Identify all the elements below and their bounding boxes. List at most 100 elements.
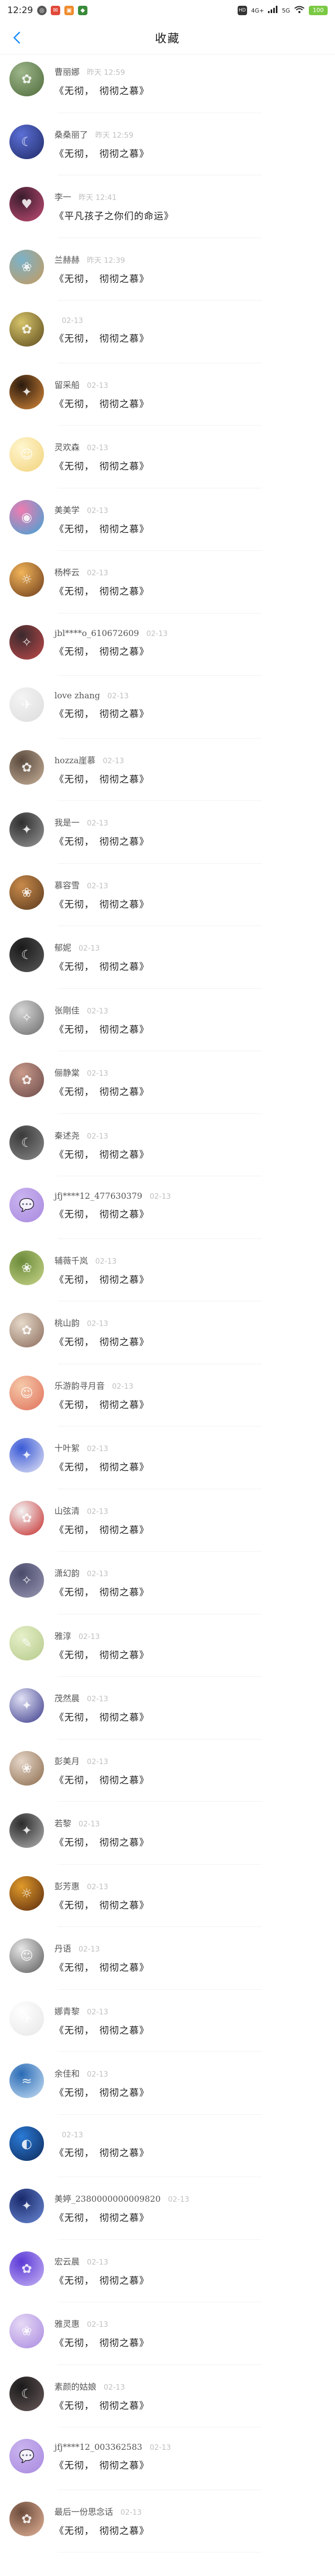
avatar[interactable]: ✧ (9, 1563, 44, 1598)
item-content: 兰赫赫 昨天 12:39 《无彻， 彻彻之慕》 (54, 250, 149, 285)
list-item[interactable]: ✈ love zhang 02-13 《无彻， 彻彻之慕》 (0, 680, 335, 743)
item-content: 慕容雪 02-13 《无彻， 彻彻之慕》 (54, 875, 149, 911)
list-item[interactable]: 💬 jfj****12_477630379 02-13 《无彻， 彻彻之慕》 (0, 1180, 335, 1243)
avatar[interactable]: ✎ (9, 1625, 44, 1660)
list-item[interactable]: ✧ 潇幻韵 02-13 《无彻， 彻彻之慕》 (0, 1556, 335, 1619)
avatar[interactable]: ❀ (9, 875, 44, 910)
avatar[interactable]: ✈ (9, 2001, 44, 2036)
avatar[interactable]: ✦ (9, 2189, 44, 2223)
user-name: 余佳和 (54, 2069, 80, 2079)
avatar[interactable]: ✦ (9, 1688, 44, 1723)
timestamp: 02-13 (87, 1757, 108, 1766)
list-item[interactable]: ✿ 俪静棠 02-13 《无彻， 彻彻之慕》 (0, 1055, 335, 1118)
list-item[interactable]: ✈ 娜青黎 02-13 《无彻， 彻彻之慕》 (0, 1994, 335, 2057)
list-item[interactable]: ❀ 彭美月 02-13 《无彻， 彻彻之慕》 (0, 1744, 335, 1806)
list-item[interactable]: ❀ 辅薇千岚 02-13 《无彻， 彻彻之慕》 (0, 1243, 335, 1306)
list-item[interactable]: ✎ 雅淳 02-13 《无彻， 彻彻之慕》 (0, 1619, 335, 1681)
list-item[interactable]: ☼ 彭芳惠 02-13 《无彻， 彻彻之慕》 (0, 1869, 335, 1932)
list-item[interactable]: ✦ 留采船 02-13 《无彻， 彻彻之慕》 (0, 367, 335, 430)
item-content: jfj****12_477630379 02-13 《无彻， 彻彻之慕》 (54, 1188, 171, 1221)
user-name: 秦述尧 (54, 1130, 80, 1141)
avatar[interactable]: ✧ (9, 625, 44, 660)
list-item[interactable]: ☼ 杨桦云 02-13 《无彻， 彻彻之慕》 (0, 555, 335, 618)
list-item[interactable]: ✿ hozza崖慕 02-13 《无彻， 彻彻之慕》 (0, 743, 335, 806)
list-item[interactable]: ☺ 丹语 02-13 《无彻， 彻彻之慕》 (0, 1931, 335, 1994)
list-item[interactable]: ◐ 02-13 《无彻， 彻彻之慕》 (0, 2119, 335, 2182)
avatar[interactable]: ☾ (9, 124, 44, 159)
avatar[interactable]: ✿ (9, 1313, 44, 1347)
user-name: 辅薇千岚 (54, 1255, 88, 1266)
list-item[interactable]: ☾ 素颜的姑娘 02-13 《无彻， 彻彻之慕》 (0, 2369, 335, 2432)
avatar[interactable]: ✦ (9, 1813, 44, 1848)
list-item[interactable]: ✦ 茂然晨 02-13 《无彻， 彻彻之慕》 (0, 1681, 335, 1744)
list-item[interactable]: ☾ 桑桑丽了 昨天 12:59 《无彻， 彻彻之慕》 (0, 117, 335, 180)
avatar[interactable]: ✿ (9, 312, 44, 347)
avatar[interactable]: ✿ (9, 62, 44, 96)
avatar[interactable]: ❀ (9, 249, 44, 284)
avatar[interactable]: ☾ (9, 2376, 44, 2411)
list-item[interactable]: ✦ 若黎 02-13 《无彻， 彻彻之慕》 (0, 1806, 335, 1869)
favorite-text: 《无彻， 彻彻之慕》 (54, 1209, 149, 1220)
avatar-image: ✦ (21, 1448, 32, 1463)
timestamp: 02-13 (120, 2508, 142, 2517)
avatar[interactable]: ✿ (9, 1063, 44, 1097)
list-item[interactable]: ✦ 我是一 02-13 《无彻， 彻彻之慕》 (0, 805, 335, 868)
avatar[interactable]: ☾ (9, 1125, 44, 1160)
list-item[interactable]: 💬 jfj****12_003362583 02-13 《无彻， 彻彻之慕》 (0, 2432, 335, 2494)
avatar[interactable]: ✿ (9, 1500, 44, 1535)
avatar-image: ❀ (21, 1260, 32, 1275)
avatar[interactable]: ❀ (9, 2314, 44, 2348)
avatar[interactable]: ✿ (9, 2251, 44, 2286)
list-item[interactable]: ♥ 李一 昨天 12:41 《平凡孩子之你们的命运》 (0, 180, 335, 242)
item-content: 素颜的姑娘 02-13 《无彻， 彻彻之慕》 (54, 2377, 149, 2412)
avatar[interactable]: ☼ (9, 1876, 44, 1911)
list-item[interactable]: ❀ 雅灵惠 02-13 《无彻， 彻彻之慕》 (0, 2306, 335, 2369)
item-meta: 素颜的姑娘 02-13 (54, 2380, 149, 2392)
list-item[interactable]: ≈ 余佳和 02-13 《无彻， 彻彻之慕》 (0, 2056, 335, 2119)
list-item[interactable]: ✿ 曹丽娜 昨天 12:59 《无彻， 彻彻之慕》 (0, 54, 335, 117)
list-item[interactable]: ☾ 秦述尧 02-13 《无彻， 彻彻之慕》 (0, 1118, 335, 1181)
avatar[interactable]: ☾ (9, 938, 44, 972)
list-item[interactable]: ☺ 乐游韵寻月音 02-13 《无彻， 彻彻之慕》 (0, 1368, 335, 1431)
list-item[interactable]: ✿ 山弦清 02-13 《无彻， 彻彻之慕》 (0, 1493, 335, 1556)
avatar[interactable]: ◐ (9, 2126, 44, 2161)
list-item[interactable]: ✿ 桃山韵 02-13 《无彻， 彻彻之慕》 (0, 1306, 335, 1368)
avatar[interactable]: ✈ (9, 687, 44, 722)
avatar[interactable]: ◉ (9, 499, 44, 534)
list-item[interactable]: ✿ 02-13 《无彻， 彻彻之慕》 (0, 305, 335, 367)
avatar[interactable]: ❀ (9, 1750, 44, 1786)
avatar[interactable]: ≈ (9, 2064, 44, 2098)
avatar[interactable]: ☺ (9, 1375, 44, 1410)
avatar[interactable]: ✿ (9, 750, 44, 785)
avatar-image: ✦ (21, 2199, 32, 2213)
list-item[interactable]: ❀ 慕容雪 02-13 《无彻， 彻彻之慕》 (0, 868, 335, 931)
list-item[interactable]: ✿ 最后一份思念话 02-13 《无彻， 彻彻之慕》 (0, 2494, 335, 2557)
timestamp: 02-13 (107, 692, 129, 700)
avatar[interactable]: ❀ (9, 1250, 44, 1285)
list-item[interactable]: ✧ jbl****o_610672609 02-13 《无彻， 彻彻之慕》 (0, 618, 335, 681)
list-item[interactable]: ❀ 兰赫赫 昨天 12:39 《无彻， 彻彻之慕》 (0, 242, 335, 305)
back-button[interactable] (7, 28, 26, 47)
avatar[interactable]: ☺ (9, 437, 44, 472)
list-item[interactable]: ◉ 美美学 02-13 《无彻， 彻彻之慕》 (0, 493, 335, 555)
item-meta: 02-13 (54, 2129, 149, 2139)
list-item[interactable]: ☾ 郁妮 02-13 《无彻， 彻彻之慕》 (0, 930, 335, 993)
avatar[interactable]: ✧ (9, 1000, 44, 1035)
avatar[interactable]: ✿ (9, 2501, 44, 2536)
avatar[interactable]: ✦ (9, 1438, 44, 1473)
item-content: jbl****o_610672609 02-13 《无彻， 彻彻之慕》 (54, 625, 168, 658)
favorite-text: 《无彻， 彻彻之慕》 (54, 1462, 149, 1473)
avatar[interactable]: ♥ (9, 187, 44, 221)
avatar[interactable]: ☼ (9, 562, 44, 597)
list-item[interactable]: ✦ 美婷_2380000000009820 02-13 《无彻， 彻彻之慕》 (0, 2181, 335, 2244)
avatar[interactable]: ✦ (9, 812, 44, 847)
list-item[interactable]: ✦ 十叶絮 02-13 《无彻， 彻彻之慕》 (0, 1431, 335, 1493)
list-item[interactable]: ✿ 宏云晨 02-13 《无彻， 彻彻之慕》 (0, 2244, 335, 2307)
avatar[interactable]: 💬 (9, 2439, 44, 2473)
list-item[interactable]: ☺ 灵欢森 02-13 《无彻， 彻彻之慕》 (0, 430, 335, 493)
avatar[interactable]: 💬 (9, 1188, 44, 1222)
avatar[interactable]: ✦ (9, 374, 44, 409)
avatar[interactable]: ☺ (9, 1938, 44, 1973)
item-meta: 李一 昨天 12:41 (54, 190, 174, 203)
list-item[interactable]: ✧ 张剛佳 02-13 《无彻， 彻彻之慕》 (0, 993, 335, 1056)
